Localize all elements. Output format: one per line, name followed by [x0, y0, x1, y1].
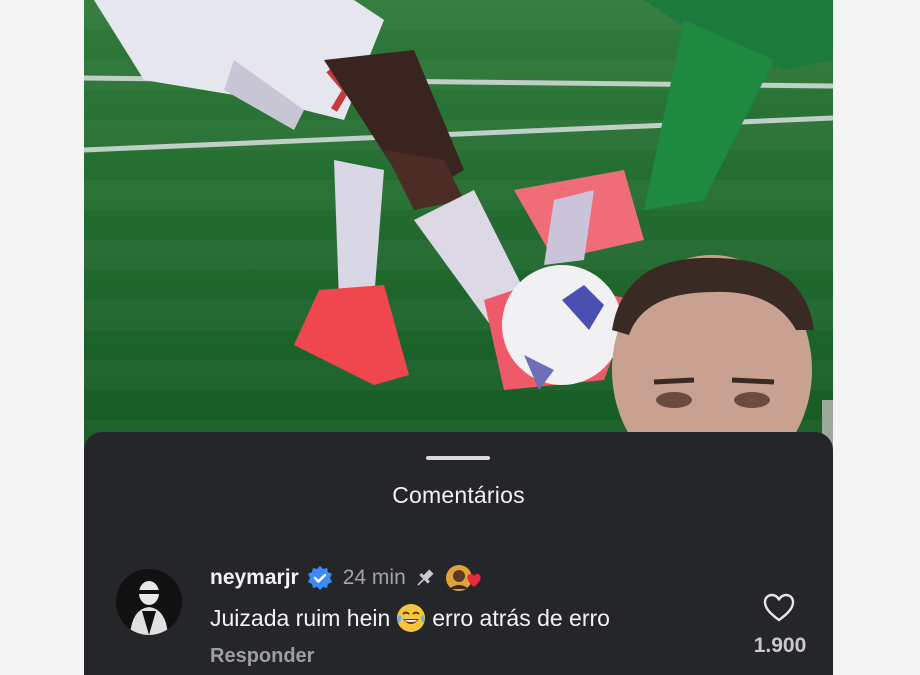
drag-handle[interactable]	[426, 456, 490, 460]
like-count: 1.900	[753, 634, 807, 657]
reply-button[interactable]: Responder	[210, 645, 314, 668]
avatar[interactable]	[116, 569, 182, 635]
video-frame[interactable]	[84, 0, 833, 470]
pin-icon	[417, 569, 434, 586]
comment-time: 24 min	[342, 566, 406, 589]
face-with-tears-of-joy-icon	[397, 604, 426, 632]
comment-text-part: Juizada ruim hein	[210, 604, 391, 631]
verified-badge-icon	[307, 566, 332, 590]
comment-text-part: erro atrás de erro	[432, 604, 610, 631]
comment-text: Juizada ruim hein erro atrás de erro	[210, 602, 610, 634]
post-viewer: Comentários neymarjr 24 min Juizada ruim…	[84, 0, 833, 675]
heart-icon[interactable]	[762, 592, 796, 624]
creator-liked-icon	[445, 565, 481, 591]
comment-header: neymarjr 24 min	[210, 563, 484, 593]
sheet-title: Comentários	[392, 482, 525, 508]
comments-sheet: Comentários neymarjr 24 min Juizada ruim…	[84, 432, 833, 675]
username[interactable]: neymarjr	[210, 566, 299, 590]
